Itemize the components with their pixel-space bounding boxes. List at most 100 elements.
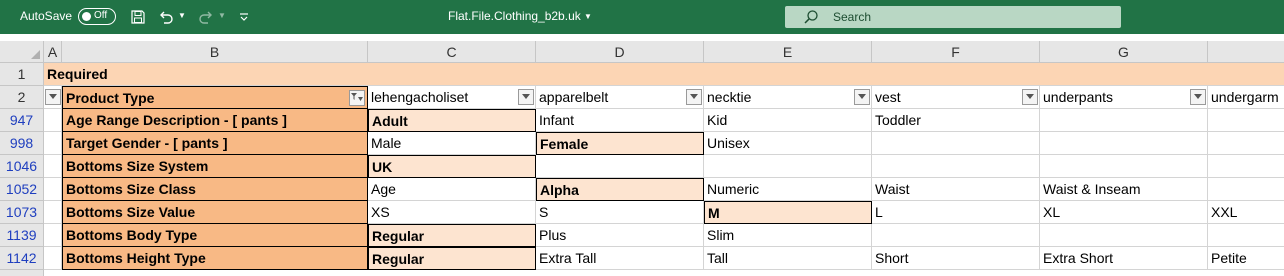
value-cell[interactable]: XS [368, 201, 536, 224]
selected-value-cell[interactable]: Female [536, 132, 704, 155]
value-cell[interactable]: Kid [704, 109, 872, 132]
attribute-label-cell[interactable]: Bottoms Size Class [62, 178, 368, 201]
cell-a2[interactable] [44, 86, 62, 109]
attribute-label-cell[interactable]: Bottoms Body Type [62, 224, 368, 247]
value-cell[interactable]: Age [368, 178, 536, 201]
value-cell[interactable]: Petite [1208, 247, 1284, 270]
redo-icon[interactable] [196, 7, 216, 27]
column-header-c[interactable]: C [368, 41, 536, 63]
value-cell[interactable] [1208, 224, 1284, 247]
column-header-b[interactable]: B [62, 41, 368, 63]
value-cell[interactable] [872, 224, 1040, 247]
product-type-cell[interactable]: apparelbelt [536, 86, 704, 109]
attribute-label-cell[interactable]: Bottoms Height Type [62, 247, 368, 270]
product-type-cell[interactable]: vest [872, 86, 1040, 109]
cell-col-a[interactable] [44, 178, 62, 201]
row-header-1[interactable]: 1 [0, 63, 44, 86]
value-cell[interactable]: Short [872, 247, 1040, 270]
undo-dropdown-icon[interactable]: ▼ [178, 11, 186, 20]
autosave-toggle[interactable]: Off [78, 8, 116, 25]
product-type-cell[interactable]: necktie [704, 86, 872, 109]
column-header-a[interactable]: A [44, 41, 62, 63]
required-section-cell[interactable]: Required [44, 63, 1284, 86]
spreadsheet-grid[interactable]: A B C D E F G 1 Required 2 Product Type … [0, 34, 1284, 276]
value-cell[interactable]: Male [368, 132, 536, 155]
value-cell[interactable]: L [872, 201, 1040, 224]
value-cell[interactable]: Slim [704, 224, 872, 247]
value-cell[interactable] [1208, 109, 1284, 132]
value-cell[interactable] [704, 155, 872, 178]
value-cell[interactable] [1208, 132, 1284, 155]
value-cell[interactable]: XL [1040, 201, 1208, 224]
value-cell[interactable]: Waist [872, 178, 1040, 201]
value-cell[interactable]: Unisex [704, 132, 872, 155]
filter-dropdown-icon[interactable] [518, 89, 534, 105]
selected-value-cell[interactable]: Alpha [536, 178, 704, 201]
filter-active-icon[interactable] [349, 90, 365, 106]
row-header[interactable]: 1046 [0, 155, 44, 178]
selected-value-cell[interactable]: UK [368, 155, 536, 178]
selected-value-cell[interactable]: M [704, 201, 872, 224]
value-cell[interactable] [536, 155, 704, 178]
product-type-cell[interactable]: lehengacholiset [368, 86, 536, 109]
value-cell[interactable]: Plus [536, 224, 704, 247]
filter-dropdown-icon[interactable] [686, 89, 702, 105]
value-cell[interactable] [1040, 132, 1208, 155]
value-cell[interactable]: Toddler [872, 109, 1040, 132]
value-cell[interactable] [1040, 155, 1208, 178]
filter-dropdown-icon[interactable] [45, 89, 61, 105]
column-header-d[interactable]: D [536, 41, 704, 63]
row-header-partial[interactable] [0, 270, 44, 276]
row-header[interactable]: 1073 [0, 201, 44, 224]
row-header[interactable]: 1052 [0, 178, 44, 201]
value-cell[interactable] [872, 132, 1040, 155]
value-cell[interactable] [1040, 109, 1208, 132]
file-title-dropdown-icon[interactable]: ▼ [584, 12, 592, 21]
cell-col-a[interactable] [44, 132, 62, 155]
value-cell[interactable]: S [536, 201, 704, 224]
row-header-2[interactable]: 2 [0, 86, 44, 109]
file-title[interactable]: Flat.File.Clothing_b2b.uk [448, 9, 581, 23]
row-header[interactable]: 1142 [0, 247, 44, 270]
value-cell[interactable]: Infant [536, 109, 704, 132]
cell-col-a[interactable] [44, 224, 62, 247]
value-cell[interactable]: Numeric [704, 178, 872, 201]
filter-dropdown-icon[interactable] [854, 89, 870, 105]
column-header-e[interactable]: E [704, 41, 872, 63]
value-cell[interactable]: Waist & Inseam [1040, 178, 1208, 201]
cell-col-a[interactable] [44, 247, 62, 270]
value-cell[interactable] [1040, 224, 1208, 247]
column-header-g[interactable]: G [1040, 41, 1208, 63]
product-type-cell[interactable]: underpants [1040, 86, 1208, 109]
attribute-label-cell[interactable]: Bottoms Size System [62, 155, 368, 178]
search-box[interactable]: Search [785, 6, 1121, 28]
cell-col-a[interactable] [44, 155, 62, 178]
undo-icon[interactable] [156, 7, 176, 27]
attribute-label-cell[interactable]: Bottoms Size Value [62, 201, 368, 224]
row-header[interactable]: 998 [0, 132, 44, 155]
redo-dropdown-icon[interactable]: ▼ [218, 11, 226, 20]
product-type-label-cell[interactable]: Product Type [62, 86, 368, 109]
product-type-cell[interactable]: undergarm [1208, 86, 1284, 109]
value-cell[interactable] [1208, 178, 1284, 201]
row-header[interactable]: 947 [0, 109, 44, 132]
filter-dropdown-icon[interactable] [1022, 89, 1038, 105]
cell-col-a[interactable] [44, 109, 62, 132]
value-cell[interactable]: Extra Tall [536, 247, 704, 270]
selected-value-cell[interactable]: Regular [368, 224, 536, 247]
value-cell[interactable]: Extra Short [1040, 247, 1208, 270]
selected-value-cell[interactable]: Regular [368, 247, 536, 270]
attribute-label-cell[interactable]: Age Range Description - [ pants ] [62, 109, 368, 132]
selected-value-cell[interactable]: Adult [368, 109, 536, 132]
value-cell[interactable]: Tall [704, 247, 872, 270]
value-cell[interactable] [1208, 155, 1284, 178]
attribute-label-cell[interactable]: Target Gender - [ pants ] [62, 132, 368, 155]
select-all-corner[interactable] [0, 41, 44, 63]
column-header-f[interactable]: F [872, 41, 1040, 63]
row-header[interactable]: 1139 [0, 224, 44, 247]
save-icon[interactable] [128, 7, 148, 27]
cell-col-a[interactable] [44, 201, 62, 224]
filter-dropdown-icon[interactable] [1190, 89, 1206, 105]
customize-toolbar-icon[interactable] [234, 7, 254, 27]
column-header-h[interactable] [1208, 41, 1284, 63]
